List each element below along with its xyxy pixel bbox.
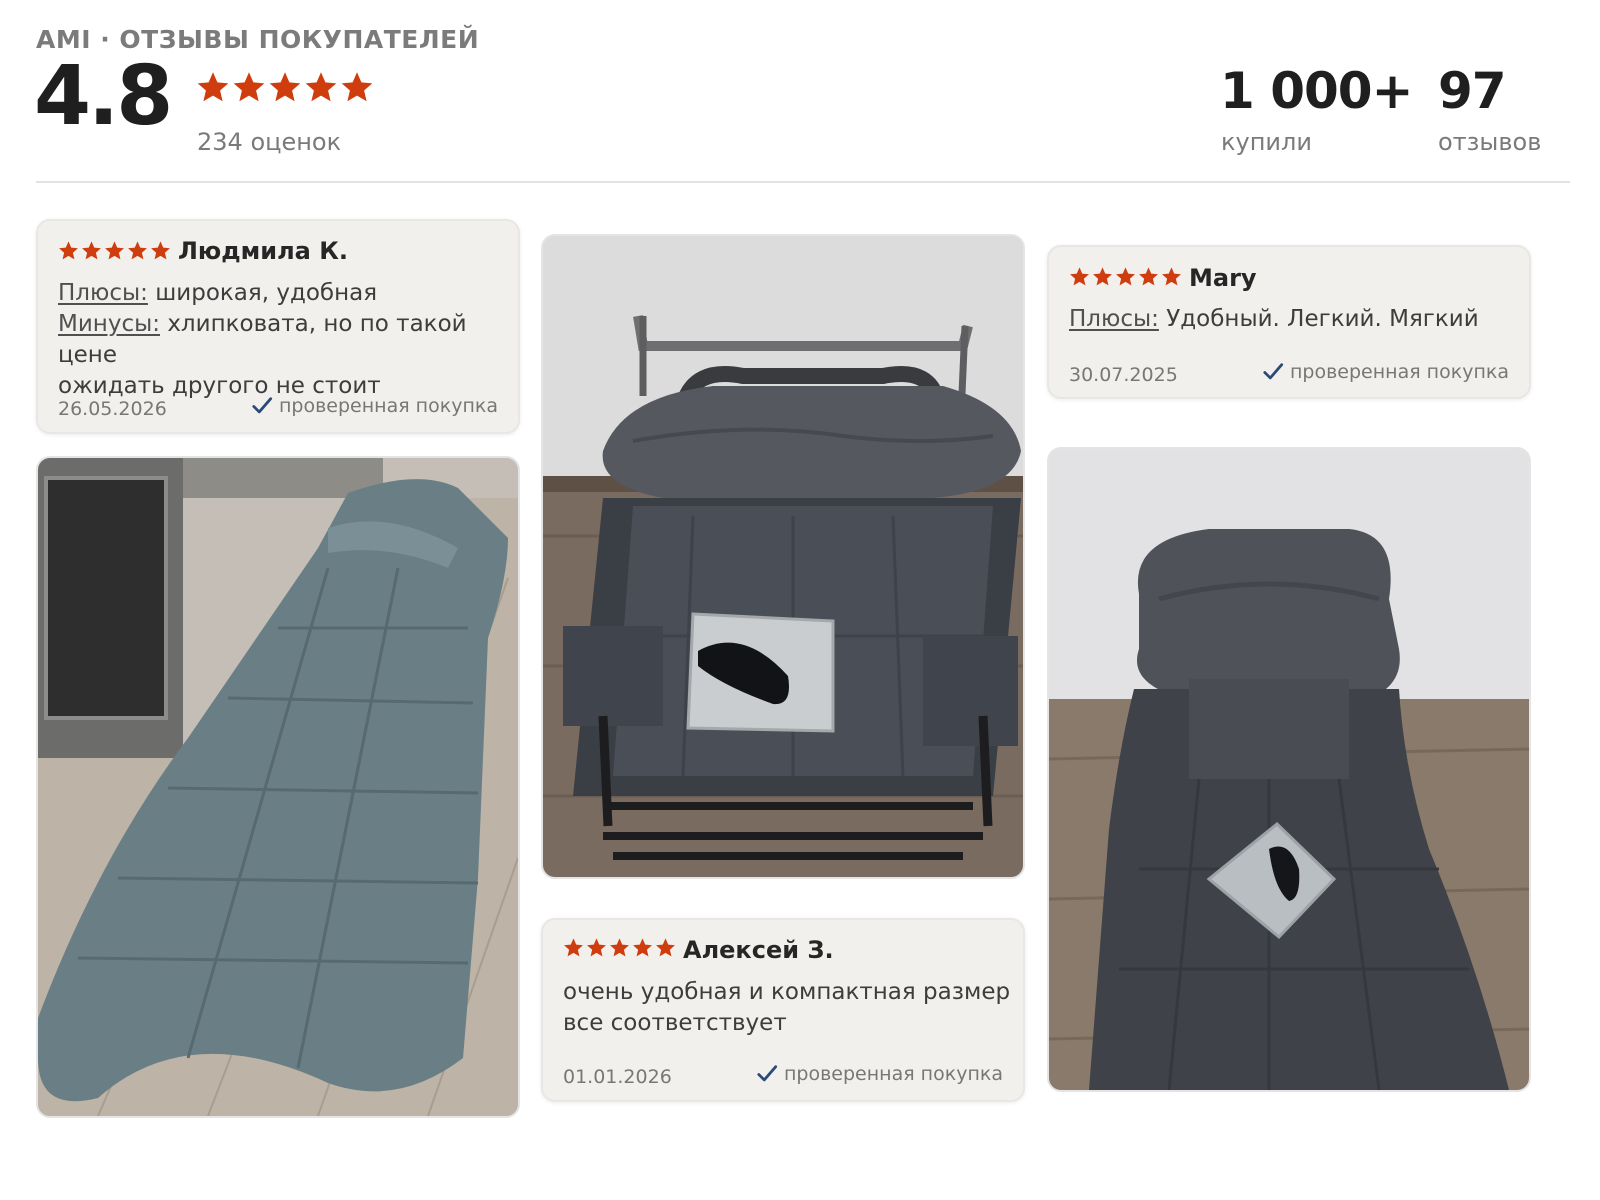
ratings-count: 234 оценок <box>197 128 342 156</box>
star-icon <box>150 240 171 261</box>
reviewer-name: Людмила К. <box>178 237 348 265</box>
cons-label: Минусы: <box>58 311 160 337</box>
star-icon <box>632 937 653 958</box>
review-stars <box>1069 266 1182 287</box>
star-icon <box>196 70 230 104</box>
star-icon <box>81 240 102 261</box>
review-photo-cot-headrest[interactable] <box>1047 447 1531 1092</box>
pros-label: Плюсы: <box>1069 306 1159 332</box>
stat-reviews-label: отзывов <box>1438 128 1542 156</box>
review-photo-cot-pillow[interactable] <box>541 234 1025 879</box>
checkmark-icon <box>756 1063 778 1085</box>
star-icon <box>609 937 630 958</box>
reviewer-name: Mary <box>1189 264 1257 292</box>
star-icon <box>655 937 676 958</box>
stat-purchased-value: 1 000+ <box>1220 62 1413 120</box>
checkmark-icon <box>251 395 273 417</box>
star-icon <box>58 240 79 261</box>
star-icon <box>1161 266 1182 287</box>
star-icon <box>304 70 338 104</box>
header-divider <box>36 181 1570 183</box>
stat-purchased-label: купили <box>1221 128 1312 156</box>
star-icon <box>268 70 302 104</box>
review-card[interactable]: Mary Плюсы: Удобный. Легкий. Мягкий 30.0… <box>1047 245 1531 399</box>
rating-stars <box>196 70 374 104</box>
review-photo-cot-floor[interactable] <box>36 456 520 1118</box>
star-icon <box>586 937 607 958</box>
star-icon <box>232 70 266 104</box>
review-date: 01.01.2026 <box>563 1066 672 1088</box>
star-icon <box>1138 266 1159 287</box>
review-date: 30.07.2025 <box>1069 364 1178 386</box>
verified-purchase: проверенная покупка <box>756 1063 1003 1085</box>
photo-image <box>543 236 1023 877</box>
checkmark-icon <box>1262 361 1284 383</box>
verified-label: проверенная покупка <box>783 1063 1003 1085</box>
star-icon <box>1115 266 1136 287</box>
star-icon <box>340 70 374 104</box>
star-icon <box>1092 266 1113 287</box>
pros-label: Плюсы: <box>58 280 148 306</box>
photo-image <box>38 458 518 1116</box>
review-text-line: очень удобная и компактная размер <box>563 979 1011 1005</box>
review-card[interactable]: Людмила К. Плюсы: широкая, удобная Минус… <box>36 219 520 434</box>
pros-text: Удобный. Легкий. Мягкий <box>1166 306 1479 332</box>
star-icon <box>1069 266 1090 287</box>
stat-reviews-value: 97 <box>1438 62 1507 120</box>
verified-label: проверенная покупка <box>1289 361 1509 383</box>
review-date: 26.05.2026 <box>58 398 167 420</box>
review-body: очень удобная и компактная размер все со… <box>563 977 1013 1039</box>
verified-purchase: проверенная покупка <box>251 395 498 417</box>
pros-text: широкая, удобная <box>155 280 378 306</box>
verified-label: проверенная покупка <box>278 395 498 417</box>
review-stars <box>58 240 171 261</box>
average-rating: 4.8 <box>34 49 173 144</box>
star-icon <box>104 240 125 261</box>
photo-image <box>1049 449 1529 1090</box>
reviewer-name: Алексей З. <box>683 936 834 964</box>
star-icon <box>563 937 584 958</box>
review-body: Плюсы: широкая, удобная Минусы: хлипкова… <box>58 278 508 402</box>
review-text-line: все соответствует <box>563 1010 787 1036</box>
review-body: Плюсы: Удобный. Легкий. Мягкий <box>1069 304 1519 335</box>
review-card[interactable]: Алексей З. очень удобная и компактная ра… <box>541 918 1025 1102</box>
star-icon <box>127 240 148 261</box>
verified-purchase: проверенная покупка <box>1262 361 1509 383</box>
review-stars <box>563 937 676 958</box>
